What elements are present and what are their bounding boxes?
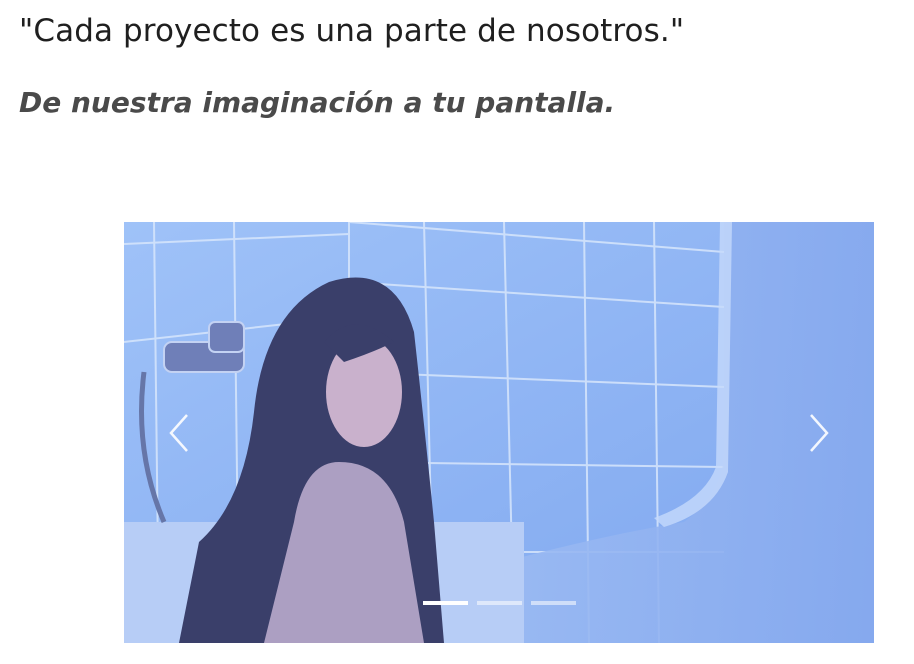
carousel-indicators	[124, 601, 874, 605]
image-carousel	[124, 222, 874, 643]
carousel-indicator-3[interactable]	[530, 601, 576, 605]
carousel-next-button[interactable]	[764, 222, 874, 643]
slide-photo	[124, 222, 874, 643]
page-subtitle: De nuestra imaginación a tu pantalla.	[19, 86, 616, 119]
page-title: "Cada proyecto es una parte de nosotros.…	[19, 13, 685, 49]
carousel-indicator-2[interactable]	[476, 601, 522, 605]
carousel-indicator-1[interactable]	[422, 601, 468, 605]
chevron-left-icon	[167, 412, 191, 454]
carousel-prev-button[interactable]	[124, 222, 234, 643]
chevron-right-icon	[807, 412, 831, 454]
carousel-slide	[124, 222, 874, 643]
